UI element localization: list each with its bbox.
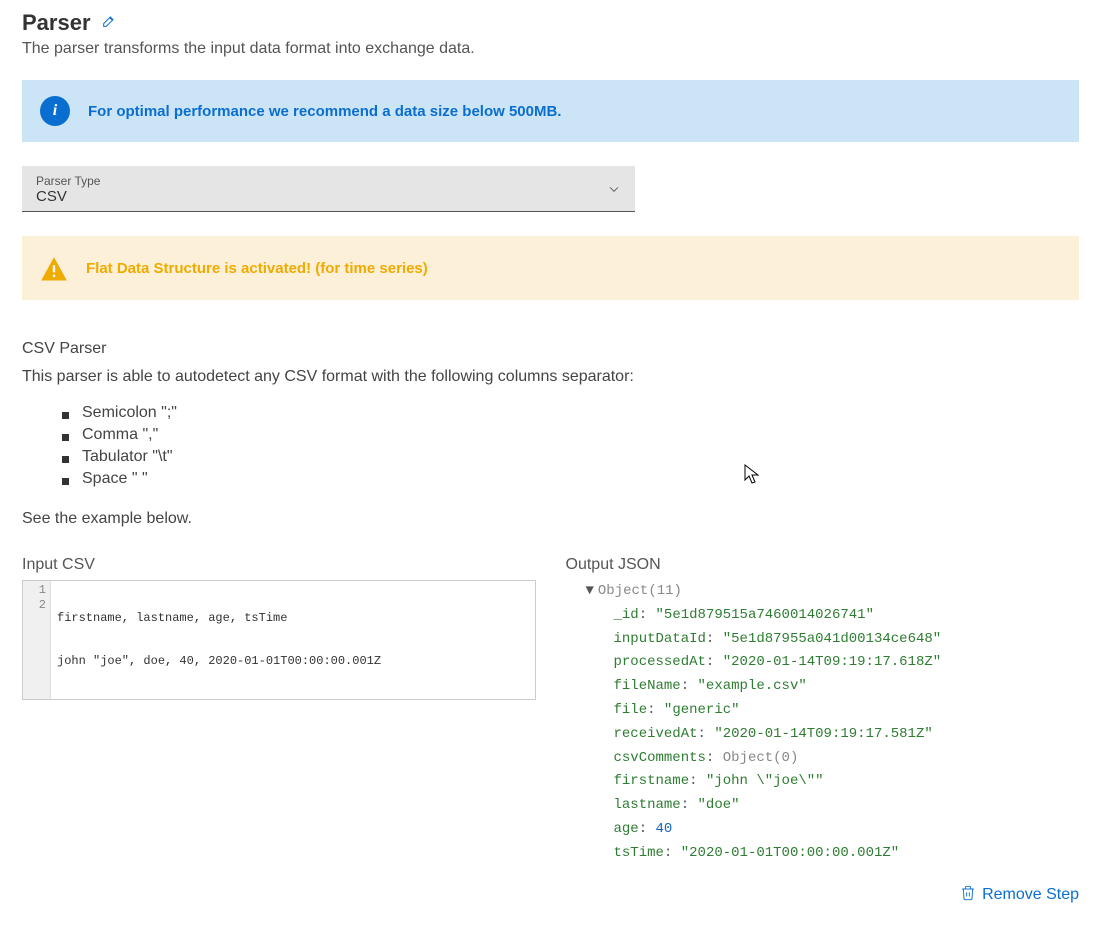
warning-banner-text: Flat Data Structure is activated! (for t… [86, 260, 428, 277]
csv-parser-desc: This parser is able to autodetect any CS… [22, 368, 1079, 386]
page-description: The parser transforms the input data for… [22, 40, 1079, 58]
input-csv-editor[interactable]: 12 firstname, lastname, age, tsTime john… [22, 580, 536, 700]
tree-toggle-icon[interactable]: ▼ [586, 580, 594, 604]
csv-line: john "joe", doe, 40, 2020-01-01T00:00:00… [57, 654, 381, 669]
trash-icon [960, 884, 976, 907]
json-root-label: Object(11) [598, 583, 682, 599]
page-title: Parser [22, 10, 91, 36]
info-banner-text: For optimal performance we recommend a d… [88, 103, 561, 120]
list-item: Comma "," [62, 424, 1079, 446]
json-property: tsTime: "2020-01-01T00:00:00.001Z" [614, 842, 1080, 866]
json-property: lastname: "doe" [614, 794, 1080, 818]
list-item: Space " " [62, 468, 1079, 490]
info-icon: i [40, 96, 70, 126]
line-gutter: 12 [23, 581, 51, 699]
warning-banner: Flat Data Structure is activated! (for t… [22, 236, 1079, 300]
see-example-text: See the example below. [22, 510, 1079, 528]
separator-list: Semicolon ";" Comma "," Tabulator "\t" S… [22, 402, 1079, 490]
remove-step-button[interactable]: Remove Step [22, 866, 1079, 907]
parser-type-select[interactable]: Parser Type CSV [22, 166, 635, 212]
list-item: Tabulator "\t" [62, 446, 1079, 468]
csv-content[interactable]: firstname, lastname, age, tsTime john "j… [51, 581, 387, 699]
parser-type-value: CSV [36, 188, 621, 205]
json-property: csvComments: Object(0) [614, 747, 1080, 771]
input-csv-label: Input CSV [22, 556, 536, 574]
csv-line: firstname, lastname, age, tsTime [57, 611, 381, 626]
warning-icon [40, 256, 68, 280]
remove-step-label: Remove Step [982, 886, 1079, 904]
output-json-tree: ▼Object(11) _id: "5e1d879515a74600140267… [566, 580, 1080, 866]
list-item: Semicolon ";" [62, 402, 1079, 424]
output-json-label: Output JSON [566, 556, 1080, 574]
json-property: _id: "5e1d879515a7460014026741" [614, 604, 1080, 628]
json-property: inputDataId: "5e1d87955a041d00134ce648" [614, 628, 1080, 652]
json-property: firstname: "john \"joe\"" [614, 770, 1080, 794]
csv-parser-heading: CSV Parser [22, 340, 1079, 358]
json-property: fileName: "example.csv" [614, 675, 1080, 699]
json-property: processedAt: "2020-01-14T09:19:17.618Z" [614, 651, 1080, 675]
json-property: age: 40 [614, 818, 1080, 842]
edit-icon[interactable] [101, 13, 117, 34]
json-property: file: "generic" [614, 699, 1080, 723]
json-property: receivedAt: "2020-01-14T09:19:17.581Z" [614, 723, 1080, 747]
info-banner: i For optimal performance we recommend a… [22, 80, 1079, 142]
chevron-down-icon [607, 182, 621, 196]
parser-type-label: Parser Type [36, 174, 621, 188]
